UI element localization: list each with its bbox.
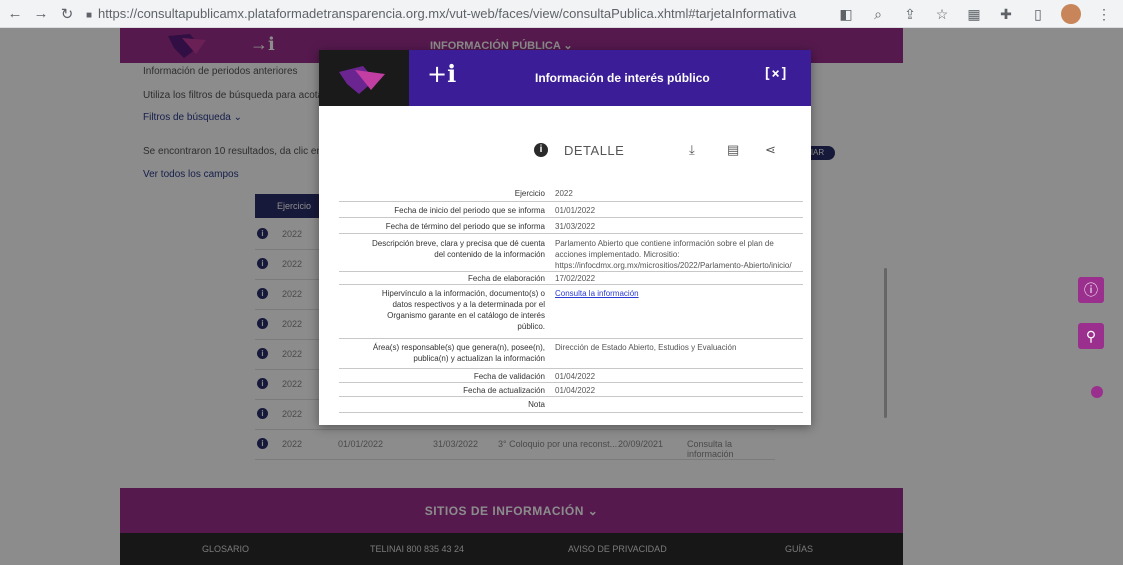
browser-toolbar: ← → ↻ ■ https://consultapublicamx.platafo… xyxy=(0,0,1123,28)
bookmark-star-icon[interactable]: ☆ xyxy=(933,5,951,23)
forward-icon[interactable]: → xyxy=(30,3,52,25)
address-bar[interactable]: ■ https://consultapublicamx.plataformadet… xyxy=(86,6,796,21)
info-modal: +ℹ Información de interés público [×] i … xyxy=(319,50,811,425)
detail-row: Ejercicio 2022 xyxy=(339,184,803,202)
field-value: 31/03/2022 xyxy=(555,222,596,231)
profile-avatar[interactable] xyxy=(1061,4,1081,24)
side-info-button[interactable]: ⓘ xyxy=(1078,277,1104,303)
modal-title: Información de interés público xyxy=(535,71,710,85)
field-label: Hipervínculo a la información, documento… xyxy=(381,289,545,331)
share-icon[interactable]: ⇪ xyxy=(901,5,919,23)
detail-toolbar: i DETALLE ⤓ ▤ ⋖ xyxy=(319,140,811,162)
back-icon[interactable]: ← xyxy=(4,3,26,25)
field-label: Fecha de elaboración xyxy=(468,274,545,283)
modal-header: +ℹ Información de interés público [×] xyxy=(319,50,811,106)
detail-label: DETALLE xyxy=(564,143,625,158)
info-plus-icon: +ℹ xyxy=(427,60,457,88)
field-label: Área(s) responsable(s) que genera(n), po… xyxy=(372,343,545,363)
detail-row: Fecha de término del periodo que se info… xyxy=(339,218,803,234)
field-value: Consulta la información xyxy=(555,288,803,299)
extension-icon[interactable]: ▦ xyxy=(965,5,983,23)
url-text: https://consultapublicamx.plataformadetr… xyxy=(98,6,797,21)
consulta-informacion-link[interactable]: Consulta la información xyxy=(555,289,639,298)
field-value: Dirección de Estado Abierto, Estudios y … xyxy=(555,343,737,352)
field-label: Descripción breve, clara y precisa que d… xyxy=(372,239,545,259)
scrollbar[interactable] xyxy=(884,268,887,418)
detail-row: Nota xyxy=(339,397,803,413)
field-value: 01/01/2022 xyxy=(555,206,596,215)
field-value: Parlamento Abierto que contiene informac… xyxy=(555,239,792,270)
detail-row: Fecha de elaboración 17/02/2022 xyxy=(339,272,803,285)
puzzle-icon[interactable]: ✚ xyxy=(997,5,1015,23)
side-search-button[interactable]: ⚲ xyxy=(1078,323,1104,349)
field-label: Fecha de actualización xyxy=(463,386,545,395)
modal-logo-icon xyxy=(319,50,409,106)
zoom-icon[interactable]: ⌕ xyxy=(869,5,887,23)
detail-row: Fecha de inicio del periodo que se infor… xyxy=(339,202,803,218)
reload-icon[interactable]: ↻ xyxy=(56,3,78,25)
translate-icon[interactable]: ◧ xyxy=(837,5,855,23)
field-label: Fecha de validación xyxy=(473,372,545,381)
download-icon[interactable]: ⤓ xyxy=(689,142,695,158)
detail-row: Descripción breve, clara y precisa que d… xyxy=(339,234,803,272)
field-value: 2022 xyxy=(555,189,573,198)
field-value: 17/02/2022 xyxy=(555,274,596,283)
menu-icon[interactable]: ⋮ xyxy=(1095,5,1113,23)
field-label: Fecha de término del periodo que se info… xyxy=(385,222,545,231)
info-icon: i xyxy=(534,143,548,157)
field-value: 01/04/2022 xyxy=(555,372,596,381)
field-value: 01/04/2022 xyxy=(555,386,596,395)
field-label: Fecha de inicio del periodo que se infor… xyxy=(394,206,545,215)
detail-row: Fecha de actualización 01/04/2022 xyxy=(339,383,803,397)
close-icon[interactable]: [×] xyxy=(763,66,788,82)
field-label: Nota xyxy=(528,400,545,409)
detail-row: Fecha de validación 01/04/2022 xyxy=(339,369,803,383)
sidepanel-icon[interactable]: ▯ xyxy=(1029,5,1047,23)
side-dot-button[interactable] xyxy=(1091,386,1103,398)
field-label: Ejercicio xyxy=(514,189,545,198)
detail-row: Área(s) responsable(s) que genera(n), po… xyxy=(339,339,803,369)
lock-icon: ■ xyxy=(86,10,93,21)
detail-row: Hipervínculo a la información, documento… xyxy=(339,285,803,339)
print-icon[interactable]: ▤ xyxy=(727,142,739,158)
share-icon[interactable]: ⋖ xyxy=(765,142,776,158)
